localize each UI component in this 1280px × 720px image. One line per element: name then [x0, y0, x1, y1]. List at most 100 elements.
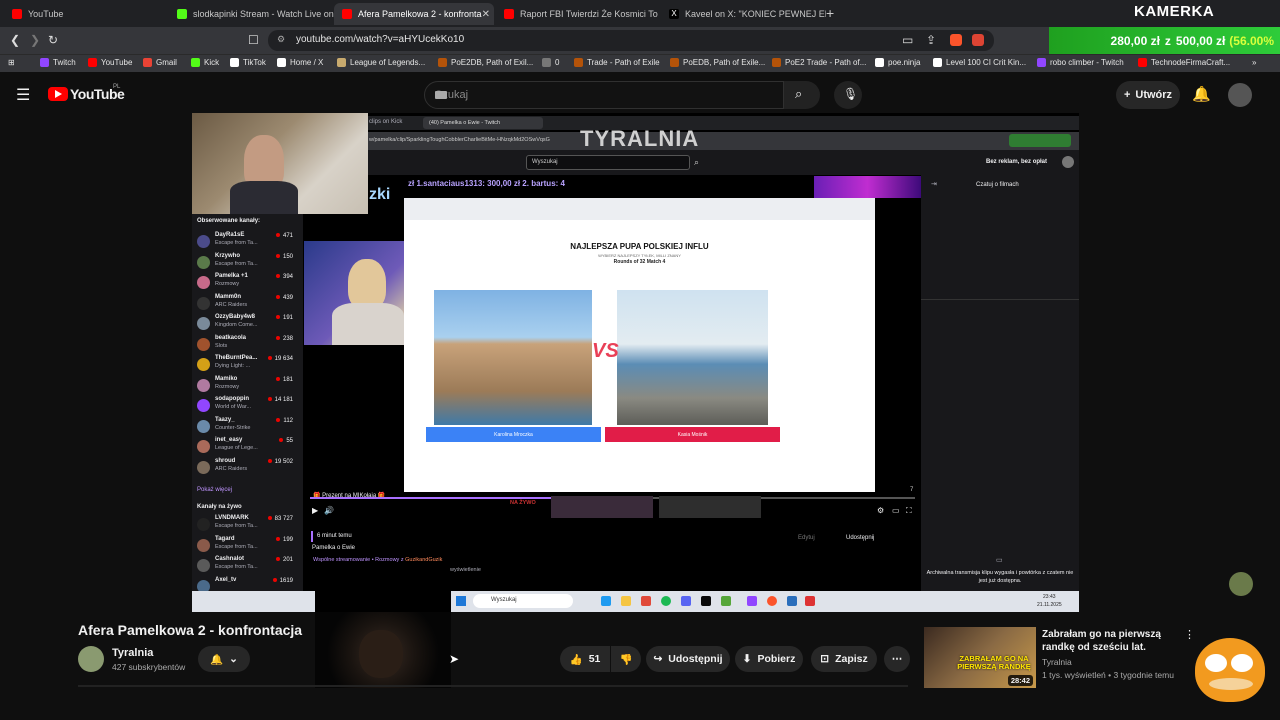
- share-button[interactable]: ↪ Udostępnij: [646, 646, 730, 672]
- bookmark-icon[interactable]: ☐: [248, 33, 259, 47]
- viewer-count: 55: [279, 438, 293, 444]
- save-button[interactable]: ⊡ Zapisz: [811, 646, 877, 672]
- fullscreen-icon: ⛶: [906, 506, 912, 515]
- clip-thumbnail: [551, 496, 653, 518]
- channel-name: TheBurntPea...: [215, 355, 258, 361]
- browser-tab[interactable]: X Kaveel on X: "KONIEC PEWNEJ ERY. J: [661, 3, 826, 25]
- channel-avatar: [197, 337, 210, 351]
- bookmark-item[interactable]: TikTok: [230, 58, 266, 67]
- more-actions-button[interactable]: ⋯: [884, 646, 910, 672]
- alert-banner: [814, 176, 921, 198]
- bookmark-item[interactable]: PoE2 Trade - Path of...: [772, 58, 866, 67]
- channel-avatar: [197, 255, 210, 269]
- inner-tab-label: clips on Kick: [369, 119, 403, 125]
- sticker-eye: [1231, 654, 1253, 672]
- viewer-count: 19 634: [268, 356, 293, 362]
- channel-category: Escape from Ta...: [215, 260, 258, 267]
- bookmark-item[interactable]: PoEDB, Path of Exile...: [670, 58, 765, 67]
- app-icon: [601, 596, 611, 606]
- menu-icon[interactable]: ☰: [16, 85, 30, 105]
- subscribed-button[interactable]: 🔔 ⌄: [198, 646, 250, 672]
- browser-tab-active[interactable]: Afera Pamelkowa 2 - konfronta ✕: [334, 3, 494, 25]
- dislike-button[interactable]: 👎: [611, 646, 641, 672]
- bookmark-item[interactable]: Home / X: [277, 58, 323, 67]
- bookmark-item[interactable]: Trade - Path of Exile: [574, 58, 660, 67]
- save-icon: ⊡: [820, 653, 830, 665]
- site-info-icon[interactable]: ⚙: [277, 34, 285, 45]
- recommended-title[interactable]: Zabrałam go na pierwszą randkę od sześci…: [1042, 628, 1182, 654]
- notifications-icon[interactable]: 🔔: [1192, 85, 1211, 103]
- download-button[interactable]: ⬇ Pobierz: [735, 646, 803, 672]
- apps-icon[interactable]: ⊞: [8, 58, 15, 67]
- recommended-channel[interactable]: Tyralnia: [1042, 657, 1072, 667]
- bookmark-item[interactable]: Gmail: [143, 58, 177, 67]
- keyboard-icon[interactable]: [435, 91, 447, 99]
- page-number: 7: [910, 487, 914, 493]
- channel-category: Escape from Ta...: [215, 543, 258, 550]
- sidebar-channel: Tagard Escape from Ta... 199: [197, 536, 301, 558]
- channel-name: Mamm0n: [215, 293, 242, 300]
- channel-avatar: [197, 559, 210, 572]
- extension-icon[interactable]: [972, 34, 984, 46]
- browser-tab[interactable]: Raport FBI Twierdzi Że Kosmici To Is: [496, 3, 661, 25]
- bookmark-item[interactable]: robo climber - Twitch: [1037, 58, 1124, 67]
- kamerka-label: KAMERKA: [1134, 3, 1215, 20]
- mic-icon: 🎙: [843, 87, 859, 101]
- close-tab-icon[interactable]: ✕: [482, 9, 490, 20]
- search-button[interactable]: ⌕: [784, 81, 820, 109]
- new-tab-icon[interactable]: +: [826, 5, 834, 21]
- share-icon[interactable]: ⇪: [926, 33, 936, 47]
- bookmark-item[interactable]: poe.ninja: [875, 58, 920, 67]
- avatar[interactable]: [1228, 83, 1252, 107]
- like-button[interactable]: 👍 51: [560, 646, 610, 672]
- bookmark-item[interactable]: Kick: [191, 58, 219, 67]
- channel-name: beatkacola: [215, 334, 247, 341]
- reload-icon[interactable]: ↻: [48, 33, 58, 47]
- bookmark-item[interactable]: TechnodeFirmaCraft...: [1138, 58, 1230, 67]
- bookmarks-bar: ⊞ Twitch YouTube Gmail Kick TikTok Home …: [0, 54, 1280, 72]
- url-field[interactable]: ⚙ youtube.com/watch?v=aHYUcekKo10: [268, 30, 994, 51]
- channel-name: shroud: [215, 457, 236, 464]
- clip-views: wyświetlenie: [450, 567, 481, 573]
- search-input[interactable]: Szukaj: [424, 81, 784, 109]
- channel-name[interactable]: Tyralnia: [112, 647, 153, 659]
- vs-label: VS: [592, 340, 619, 362]
- share-label: Udostępnij: [668, 653, 723, 665]
- windows-start-icon: [456, 596, 466, 606]
- brave-shield-icon[interactable]: [950, 34, 962, 46]
- sidebar-channel: Krzywho Escape from Ta... 150: [197, 253, 301, 275]
- create-label: Utwórz: [1135, 89, 1173, 101]
- channel-name: Tagard: [215, 535, 235, 542]
- create-button[interactable]: + Utwórz: [1116, 81, 1180, 109]
- recommended-thumbnail[interactable]: ZABRAŁAM GO NA PIERWSZĄ RANDKĘ 28:42: [924, 627, 1036, 688]
- channel-category: Dying Light: ...: [215, 363, 251, 369]
- browser-tab-bar: YouTube slodkapinki Stream - Watch Live …: [0, 0, 1280, 27]
- mouse-cursor-icon: ➤: [449, 652, 460, 666]
- youtube-logo-icon[interactable]: [48, 87, 68, 101]
- sidebar-channel: shroud ARC Raiders 19 502: [197, 458, 301, 480]
- bookmark-item[interactable]: League of Legends...: [337, 58, 425, 67]
- bookmark-item[interactable]: YouTube: [88, 58, 132, 67]
- viewer-count: 83 727: [268, 516, 293, 522]
- bookmark-folder[interactable]: 0: [542, 58, 559, 67]
- chat-icon: ▭: [996, 557, 1003, 564]
- back-icon[interactable]: ❮: [10, 33, 20, 47]
- voice-search-button[interactable]: 🎙: [834, 81, 862, 109]
- channel-avatar[interactable]: [78, 646, 104, 672]
- bookmark-item[interactable]: PoE2DB, Path of Exil...: [438, 58, 533, 67]
- clip-tags: Wspólne streamowanie • Rozmowy z Guzikan…: [313, 557, 443, 563]
- browser-tab[interactable]: YouTube: [4, 3, 169, 25]
- viewer-count: 14 181: [268, 397, 293, 403]
- forward-icon[interactable]: ❯: [30, 33, 40, 47]
- more-bookmarks-icon[interactable]: »: [1252, 58, 1256, 67]
- browser-icon: [767, 596, 777, 606]
- bookmark-item[interactable]: Twitch: [40, 58, 76, 67]
- browser-tab[interactable]: slodkapinki Stream - Watch Live on K: [169, 3, 334, 25]
- channel-name: Krzywho: [215, 252, 241, 259]
- edit-button: Edytuj: [798, 535, 815, 541]
- bookmark-item[interactable]: Level 100 CI Crit Kin...: [933, 58, 1026, 67]
- channel-category: Rozmowy: [215, 281, 240, 287]
- channel-name: sodapoppin: [215, 396, 249, 402]
- cast-icon[interactable]: ▭: [902, 33, 913, 47]
- thumbs-down-icon: 👎: [619, 653, 633, 666]
